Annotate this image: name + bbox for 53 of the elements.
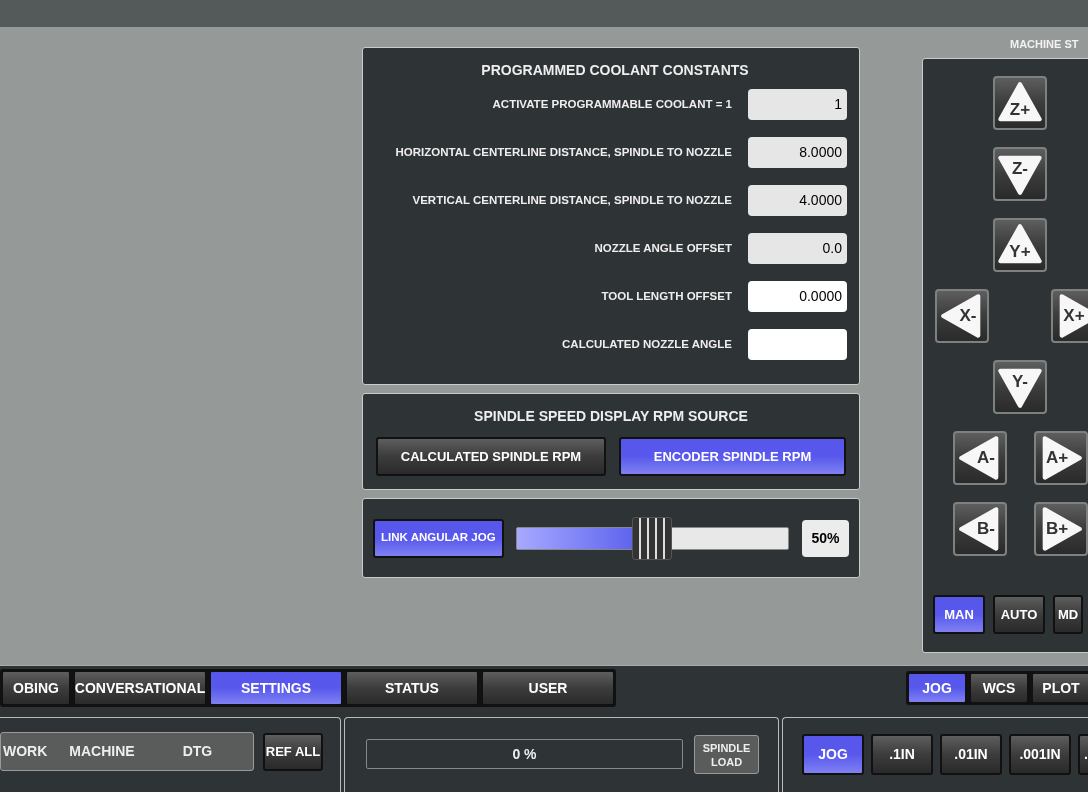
- value-field[interactable]: 0.0: [748, 233, 847, 264]
- rpm-source-button[interactable]: CALCULATED SPINDLE RPM: [376, 437, 606, 476]
- axis-button[interactable]: Z+: [993, 76, 1047, 130]
- main-tab[interactable]: CONVERSATIONAL: [73, 670, 207, 706]
- view-tab[interactable]: JOG: [907, 672, 967, 704]
- axis-button[interactable]: A+: [1034, 431, 1088, 485]
- panel-title: PROGRAMMED COOLANT CONSTANTS: [480, 61, 750, 80]
- main-tab[interactable]: OBING: [1, 670, 71, 706]
- main-tab[interactable]: USER: [481, 670, 615, 706]
- column-heading: MACHINE: [69, 742, 135, 761]
- field-label: VERTICAL CENTERLINE DISTANCE, SPINDLE TO NOZZLE: [412, 192, 732, 208]
- field-label: HORIZONTAL CENTERLINE DISTANCE, SPINDLE TO NOZZLE: [395, 144, 732, 160]
- slider-track[interactable]: [515, 516, 790, 560]
- axis-button[interactable]: A-: [953, 431, 1007, 485]
- increment-button[interactable]: .1IN: [871, 734, 933, 775]
- rpm-source-button[interactable]: ENCODER SPINDLE RPM: [619, 437, 846, 476]
- column-heading: WORK: [3, 742, 48, 761]
- increment-button[interactable]: .01IN: [940, 734, 1002, 775]
- jog-percent-readout: 50%: [802, 519, 849, 557]
- field-label: CALCULATED NOZZLE ANGLE: [562, 336, 732, 352]
- value-field[interactable]: [748, 329, 847, 360]
- view-tab[interactable]: WCS: [969, 672, 1029, 704]
- mode-button[interactable]: MD: [1053, 595, 1083, 634]
- increment-button[interactable]: JOG: [802, 734, 864, 775]
- mode-button[interactable]: MAN: [933, 595, 985, 634]
- field-label: NOZZLE ANGLE OFFSET: [594, 240, 732, 256]
- value-field[interactable]: 4.0000: [748, 185, 847, 216]
- view-tab[interactable]: PLOT: [1031, 672, 1088, 704]
- axis-button[interactable]: B-: [953, 502, 1007, 556]
- panel-title: SPINDLE SPEED DISPLAY RPM SOURCE: [474, 407, 748, 426]
- axis-button[interactable]: Y+: [993, 218, 1047, 272]
- main-tab[interactable]: SETTINGS: [209, 670, 343, 706]
- field-label: ACTIVATE PROGRAMMABLE COOLANT = 1: [492, 96, 732, 112]
- column-heading: DTG: [182, 742, 213, 761]
- mode-button[interactable]: AUTO: [993, 595, 1045, 634]
- axis-button[interactable]: Z-: [993, 147, 1047, 201]
- increment-button[interactable]: .: [1078, 734, 1088, 775]
- slider-thumb[interactable]: [632, 516, 673, 560]
- ref-all-button[interactable]: REF ALL: [263, 732, 323, 771]
- link-angular-jog-button[interactable]: LINK ANGULAR JOG: [373, 518, 504, 558]
- field-label: TOOL LENGTH OFFSET: [601, 288, 732, 304]
- spindle-load-bar: 0 %: [366, 739, 683, 769]
- increment-button[interactable]: .001IN: [1009, 734, 1071, 775]
- spindle-load-button[interactable]: SPINDLE LOAD: [694, 735, 759, 774]
- axis-button[interactable]: X+: [1051, 289, 1088, 343]
- axis-button[interactable]: Y-: [993, 360, 1047, 414]
- axis-button[interactable]: B+: [1034, 502, 1088, 556]
- axis-button[interactable]: X-: [935, 289, 989, 343]
- value-field[interactable]: 0.0000: [748, 281, 847, 312]
- main-tab[interactable]: STATUS: [345, 670, 479, 706]
- value-field[interactable]: 8.0000: [748, 137, 847, 168]
- value-field[interactable]: 1: [748, 89, 847, 120]
- panel-title: MACHINE ST: [1009, 37, 1080, 52]
